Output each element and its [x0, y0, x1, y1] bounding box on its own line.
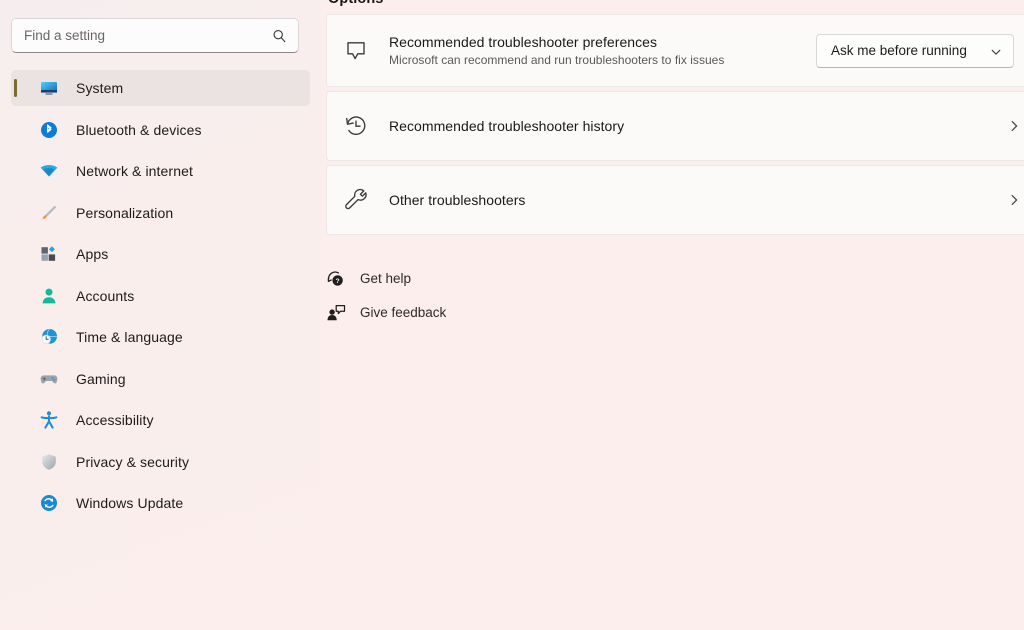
search-container: [0, 0, 321, 53]
accessibility-icon: [39, 410, 59, 430]
sidebar-item-accounts[interactable]: Accounts: [11, 278, 310, 314]
setting-row-title: Recommended troubleshooter preferences: [389, 34, 816, 50]
settings-window: System Bluetooth & devices: [0, 0, 1024, 630]
wrench-icon: [343, 187, 369, 213]
sidebar-item-network-internet[interactable]: Network & internet: [11, 153, 310, 189]
give-feedback-icon: [326, 303, 346, 323]
bluetooth-icon: [39, 120, 59, 140]
section-heading: Options: [328, 0, 383, 7]
sidebar-item-gaming[interactable]: Gaming: [11, 361, 310, 397]
shield-icon: [39, 452, 59, 472]
get-help-icon: ?: [326, 269, 346, 289]
gamepad-icon: [39, 369, 59, 389]
chevron-down-icon: [990, 45, 1002, 57]
sidebar-item-windows-update[interactable]: Windows Update: [11, 485, 310, 521]
wifi-icon: [39, 161, 59, 181]
setting-row-title: Other troubleshooters: [389, 192, 1007, 208]
sidebar-item-label: Bluetooth & devices: [76, 122, 202, 138]
sidebar-item-label: Time & language: [76, 329, 183, 345]
get-help-link[interactable]: ? Get help: [326, 265, 446, 292]
apps-grid-icon: [39, 244, 59, 264]
sidebar-nav: System Bluetooth & devices: [0, 70, 321, 521]
troubleshooter-preferences-dropdown[interactable]: Ask me before running: [816, 34, 1014, 68]
history-clock-icon: [343, 113, 369, 139]
setting-row-subtitle: Microsoft can recommend and run troubles…: [389, 53, 816, 67]
sidebar-item-privacy-security[interactable]: Privacy & security: [11, 444, 310, 480]
sidebar-item-label: Accessibility: [76, 412, 154, 428]
search-box[interactable]: [11, 18, 299, 53]
dropdown-selected-value: Ask me before running: [831, 43, 967, 58]
sidebar-item-label: Gaming: [76, 371, 126, 387]
help-links: ? Get help Give feedback: [326, 265, 446, 333]
paintbrush-icon: [39, 203, 59, 223]
svg-text:?: ?: [336, 278, 340, 285]
setting-row-text: Recommended troubleshooter history: [389, 118, 1007, 134]
monitor-icon: [39, 78, 59, 98]
sidebar-item-label: Windows Update: [76, 495, 183, 511]
sidebar-item-label: Apps: [76, 246, 108, 262]
chevron-right-icon[interactable]: [1007, 119, 1021, 133]
sidebar-item-system[interactable]: System: [11, 70, 310, 106]
sidebar-item-label: Network & internet: [76, 163, 193, 179]
sidebar-item-accessibility[interactable]: Accessibility: [11, 402, 310, 438]
sidebar-item-time-language[interactable]: Time & language: [11, 319, 310, 355]
sidebar-item-personalization[interactable]: Personalization: [11, 195, 310, 231]
person-icon: [39, 286, 59, 306]
give-feedback-link[interactable]: Give feedback: [326, 299, 446, 326]
main-content: Options Recommended troubleshooter prefe…: [321, 0, 1024, 630]
chevron-right-icon[interactable]: [1007, 193, 1021, 207]
setting-row-troubleshooter-history[interactable]: Recommended troubleshooter history: [326, 91, 1024, 161]
setting-row-text: Recommended troubleshooter preferences M…: [389, 34, 816, 67]
search-input[interactable]: [12, 28, 298, 43]
settings-card-list: Recommended troubleshooter preferences M…: [326, 14, 1024, 239]
setting-row-title: Recommended troubleshooter history: [389, 118, 1007, 134]
search-icon: [272, 28, 287, 43]
update-refresh-icon: [39, 493, 59, 513]
sidebar-item-bluetooth-devices[interactable]: Bluetooth & devices: [11, 112, 310, 148]
setting-row-troubleshooter-preferences[interactable]: Recommended troubleshooter preferences M…: [326, 14, 1024, 87]
selection-indicator: [14, 79, 17, 97]
speech-bubble-icon: [343, 38, 369, 64]
sidebar-item-label: Accounts: [76, 288, 134, 304]
sidebar-item-label: System: [76, 80, 123, 96]
globe-clock-icon: [39, 327, 59, 347]
sidebar-item-apps[interactable]: Apps: [11, 236, 310, 272]
setting-row-text: Other troubleshooters: [389, 192, 1007, 208]
get-help-label: Get help: [360, 271, 411, 286]
sidebar: System Bluetooth & devices: [0, 0, 321, 630]
sidebar-item-label: Privacy & security: [76, 454, 189, 470]
give-feedback-label: Give feedback: [360, 305, 446, 320]
setting-row-other-troubleshooters[interactable]: Other troubleshooters: [326, 165, 1024, 235]
sidebar-item-label: Personalization: [76, 205, 173, 221]
